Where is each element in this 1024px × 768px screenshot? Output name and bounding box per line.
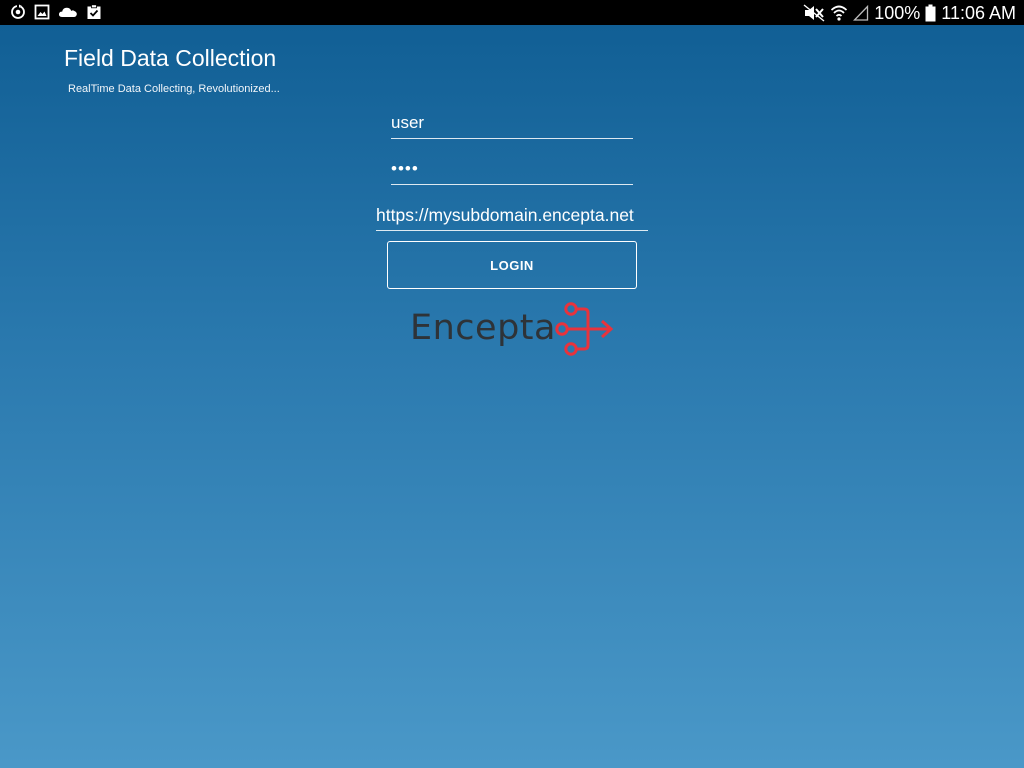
login-button[interactable]: LOGIN [387, 241, 637, 289]
server-url-field[interactable] [376, 200, 648, 231]
logo-mark-icon [555, 302, 614, 356]
wifi-icon [831, 5, 848, 21]
encepta-logo: Encepta [410, 302, 615, 358]
sync-icon [11, 4, 25, 19]
notification-icons [10, 4, 102, 20]
clipboard-check-icon [87, 4, 101, 19]
image-icon [34, 4, 50, 20]
system-status: 100% 11:06 AM [803, 1, 1016, 25]
clock: 11:06 AM [941, 2, 1016, 23]
status-bar: 100% 11:06 AM [0, 0, 1024, 25]
signal-icon [853, 4, 869, 21]
mute-icon [803, 4, 825, 22]
battery-percentage: 100% [874, 2, 921, 23]
battery-icon [925, 4, 936, 22]
password-field[interactable] [391, 154, 633, 185]
cloud-icon [58, 7, 77, 17]
app-title: Field Data Collection [64, 45, 277, 71]
app-subtitle: RealTime Data Collecting, Revolutionized… [68, 83, 280, 95]
logo-text: Encepta [410, 308, 556, 348]
username-field[interactable] [391, 108, 633, 139]
